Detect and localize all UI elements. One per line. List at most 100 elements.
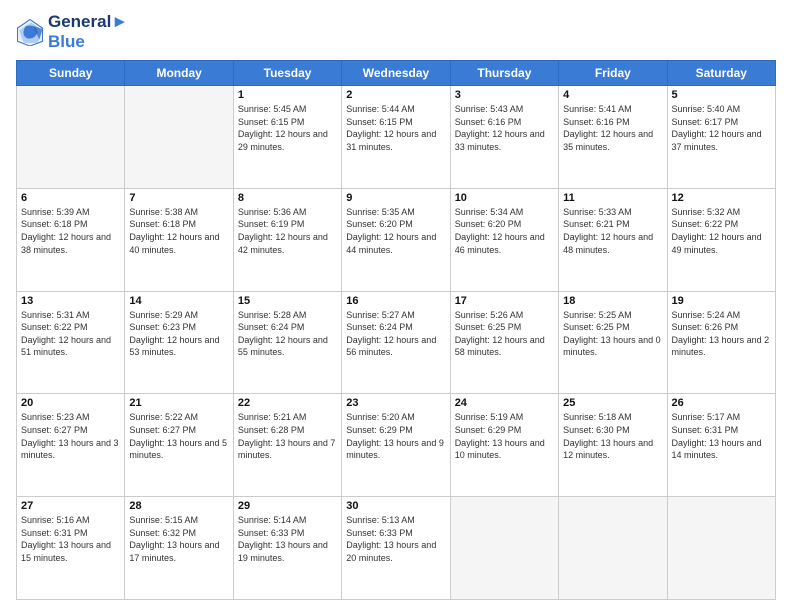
calendar-day-cell: 10 Sunrise: 5:34 AMSunset: 6:20 PMDayligh… (450, 188, 558, 291)
day-info: Sunrise: 5:29 AMSunset: 6:23 PMDaylight:… (129, 309, 228, 359)
day-number: 5 (672, 89, 771, 101)
day-number: 12 (672, 192, 771, 204)
day-info: Sunrise: 5:25 AMSunset: 6:25 PMDaylight:… (563, 309, 662, 359)
day-info: Sunrise: 5:32 AMSunset: 6:22 PMDaylight:… (672, 206, 771, 256)
day-info: Sunrise: 5:40 AMSunset: 6:17 PMDaylight:… (672, 103, 771, 153)
calendar-day-cell: 5 Sunrise: 5:40 AMSunset: 6:17 PMDaylight… (667, 86, 775, 189)
calendar-week-row: 27 Sunrise: 5:16 AMSunset: 6:31 PMDayligh… (17, 497, 776, 600)
day-info: Sunrise: 5:28 AMSunset: 6:24 PMDaylight:… (238, 309, 337, 359)
calendar-day-cell: 1Sunrise: 5:45 AMSunset: 6:15 PMDaylight… (233, 86, 341, 189)
day-info: Sunrise: 5:26 AMSunset: 6:25 PMDaylight:… (455, 309, 554, 359)
day-number: 8 (238, 192, 337, 204)
calendar-day-cell: 18 Sunrise: 5:25 AMSunset: 6:25 PMDayligh… (559, 291, 667, 394)
day-number: 10 (455, 192, 554, 204)
day-number: 28 (129, 500, 228, 512)
day-number: 26 (672, 397, 771, 409)
calendar-day-cell: 7 Sunrise: 5:38 AMSunset: 6:18 PMDaylight… (125, 188, 233, 291)
day-number: 23 (346, 397, 445, 409)
day-number: 22 (238, 397, 337, 409)
day-info: Sunrise: 5:41 AMSunset: 6:16 PMDaylight:… (563, 103, 662, 153)
calendar-day-cell (667, 497, 775, 600)
day-number: 11 (563, 192, 662, 204)
calendar-day-cell: 17 Sunrise: 5:26 AMSunset: 6:25 PMDayligh… (450, 291, 558, 394)
calendar-day-cell: 25Sunrise: 5:18 AMSunset: 6:30 PMDayligh… (559, 394, 667, 497)
day-number: 4 (563, 89, 662, 101)
header: General► Blue (16, 12, 776, 52)
day-info: Sunrise: 5:23 AMSunset: 6:27 PMDaylight:… (21, 411, 120, 461)
day-number: 16 (346, 295, 445, 307)
day-number: 30 (346, 500, 445, 512)
day-info: Sunrise: 5:19 AMSunset: 6:29 PMDaylight:… (455, 411, 554, 461)
day-info: Sunrise: 5:34 AMSunset: 6:20 PMDaylight:… (455, 206, 554, 256)
calendar-day-cell: 14 Sunrise: 5:29 AMSunset: 6:23 PMDayligh… (125, 291, 233, 394)
day-number: 6 (21, 192, 120, 204)
header-tuesday: Tuesday (233, 61, 341, 86)
calendar-day-cell: 28 Sunrise: 5:15 AMSunset: 6:32 PMDayligh… (125, 497, 233, 600)
day-number: 14 (129, 295, 228, 307)
calendar-day-cell: 4 Sunrise: 5:41 AMSunset: 6:16 PMDaylight… (559, 86, 667, 189)
header-wednesday: Wednesday (342, 61, 450, 86)
day-number: 29 (238, 500, 337, 512)
day-info: Sunrise: 5:24 AMSunset: 6:26 PMDaylight:… (672, 309, 771, 359)
day-number: 27 (21, 500, 120, 512)
calendar-week-row: 13 Sunrise: 5:31 AMSunset: 6:22 PMDayligh… (17, 291, 776, 394)
calendar-week-row: 6 Sunrise: 5:39 AMSunset: 6:18 PMDaylight… (17, 188, 776, 291)
day-number: 18 (563, 295, 662, 307)
calendar-day-cell: 27 Sunrise: 5:16 AMSunset: 6:31 PMDayligh… (17, 497, 125, 600)
calendar-day-cell: 8 Sunrise: 5:36 AMSunset: 6:19 PMDaylight… (233, 188, 341, 291)
day-number: 13 (21, 295, 120, 307)
day-info: Sunrise: 5:15 AMSunset: 6:32 PMDaylight:… (129, 514, 228, 564)
weekday-header-row: Sunday Monday Tuesday Wednesday Thursday… (17, 61, 776, 86)
calendar-week-row: 20Sunrise: 5:23 AMSunset: 6:27 PMDayligh… (17, 394, 776, 497)
day-number: 19 (672, 295, 771, 307)
day-number: 3 (455, 89, 554, 101)
day-number: 9 (346, 192, 445, 204)
header-thursday: Thursday (450, 61, 558, 86)
calendar-day-cell: 11 Sunrise: 5:33 AMSunset: 6:21 PMDayligh… (559, 188, 667, 291)
logo-text: General► Blue (48, 12, 128, 52)
calendar-day-cell: 26 Sunrise: 5:17 AMSunset: 6:31 PMDayligh… (667, 394, 775, 497)
day-info: Sunrise: 5:31 AMSunset: 6:22 PMDaylight:… (21, 309, 120, 359)
logo: General► Blue (16, 12, 128, 52)
calendar-day-cell: 15 Sunrise: 5:28 AMSunset: 6:24 PMDayligh… (233, 291, 341, 394)
day-info: Sunrise: 5:27 AMSunset: 6:24 PMDaylight:… (346, 309, 445, 359)
day-info: Sunrise: 5:33 AMSunset: 6:21 PMDaylight:… (563, 206, 662, 256)
day-info: Sunrise: 5:39 AMSunset: 6:18 PMDaylight:… (21, 206, 120, 256)
calendar-day-cell: 20Sunrise: 5:23 AMSunset: 6:27 PMDayligh… (17, 394, 125, 497)
calendar-day-cell (125, 86, 233, 189)
day-number: 17 (455, 295, 554, 307)
day-info: Sunrise: 5:35 AMSunset: 6:20 PMDaylight:… (346, 206, 445, 256)
day-number: 24 (455, 397, 554, 409)
calendar-day-cell: 12 Sunrise: 5:32 AMSunset: 6:22 PMDayligh… (667, 188, 775, 291)
day-info: Sunrise: 5:38 AMSunset: 6:18 PMDaylight:… (129, 206, 228, 256)
calendar-week-row: 1Sunrise: 5:45 AMSunset: 6:15 PMDaylight… (17, 86, 776, 189)
day-number: 7 (129, 192, 228, 204)
day-number: 1 (238, 89, 337, 101)
calendar-day-cell: 16 Sunrise: 5:27 AMSunset: 6:24 PMDayligh… (342, 291, 450, 394)
day-info: Sunrise: 5:22 AMSunset: 6:27 PMDaylight:… (129, 411, 228, 461)
calendar-day-cell (17, 86, 125, 189)
calendar-day-cell: 3 Sunrise: 5:43 AMSunset: 6:16 PMDaylight… (450, 86, 558, 189)
calendar-day-cell: 13 Sunrise: 5:31 AMSunset: 6:22 PMDayligh… (17, 291, 125, 394)
day-info: Sunrise: 5:21 AMSunset: 6:28 PMDaylight:… (238, 411, 337, 461)
day-number: 25 (563, 397, 662, 409)
day-info: Sunrise: 5:44 AMSunset: 6:15 PMDaylight:… (346, 103, 445, 153)
page: General► Blue Sunday Monday Tuesday Wedn… (0, 0, 792, 612)
calendar-table: Sunday Monday Tuesday Wednesday Thursday… (16, 60, 776, 600)
logo-icon (16, 18, 44, 46)
day-info: Sunrise: 5:20 AMSunset: 6:29 PMDaylight:… (346, 411, 445, 461)
day-info: Sunrise: 5:16 AMSunset: 6:31 PMDaylight:… (21, 514, 120, 564)
calendar-day-cell: 29Sunrise: 5:14 AMSunset: 6:33 PMDayligh… (233, 497, 341, 600)
calendar-day-cell (450, 497, 558, 600)
day-number: 15 (238, 295, 337, 307)
calendar-day-cell: 30Sunrise: 5:13 AMSunset: 6:33 PMDayligh… (342, 497, 450, 600)
header-monday: Monday (125, 61, 233, 86)
calendar-day-cell: 24 Sunrise: 5:19 AMSunset: 6:29 PMDayligh… (450, 394, 558, 497)
calendar-day-cell: 21Sunrise: 5:22 AMSunset: 6:27 PMDayligh… (125, 394, 233, 497)
day-info: Sunrise: 5:43 AMSunset: 6:16 PMDaylight:… (455, 103, 554, 153)
day-info: Sunrise: 5:17 AMSunset: 6:31 PMDaylight:… (672, 411, 771, 461)
header-friday: Friday (559, 61, 667, 86)
calendar-day-cell (559, 497, 667, 600)
day-info: Sunrise: 5:36 AMSunset: 6:19 PMDaylight:… (238, 206, 337, 256)
day-number: 2 (346, 89, 445, 101)
